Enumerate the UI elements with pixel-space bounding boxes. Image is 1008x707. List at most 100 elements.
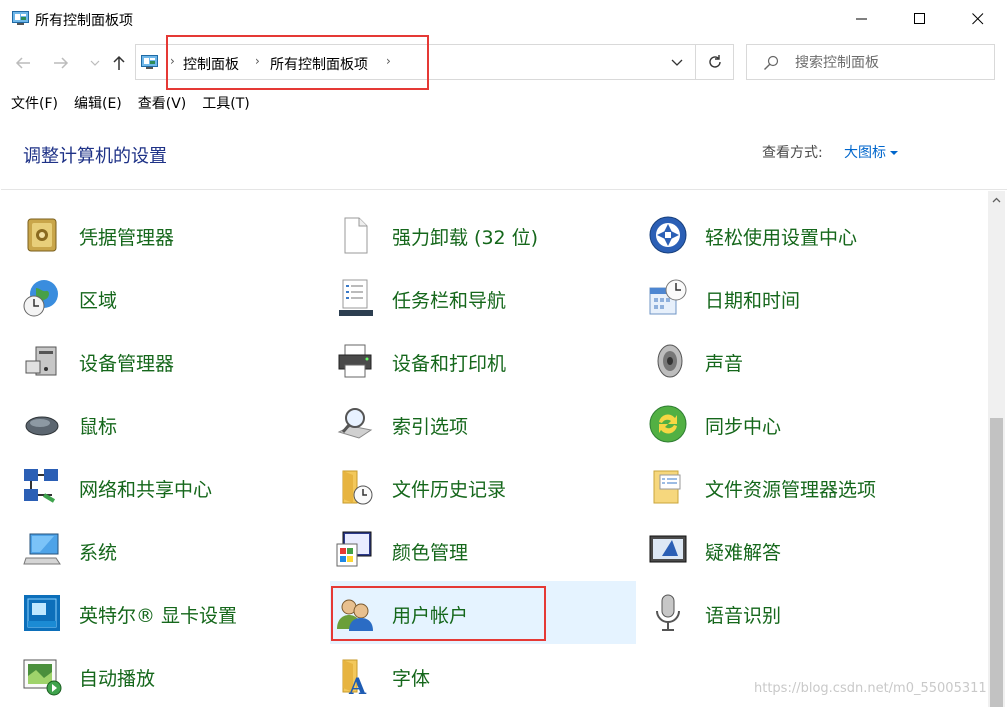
color-management-icon	[336, 531, 372, 567]
sync-icon	[649, 405, 687, 443]
item-fonts[interactable]: A 字体	[313, 644, 618, 707]
breadcrumb-highlight	[166, 35, 429, 90]
item-label: 设备和打印机	[392, 353, 507, 375]
arrow-up-icon	[113, 55, 125, 70]
item-devices-printers[interactable]: 设备和打印机	[313, 329, 618, 392]
item-label: 鼠标	[79, 416, 118, 438]
credential-manager-icon	[27, 218, 57, 252]
item-label: 索引选项	[392, 416, 469, 438]
item-ease-of-access[interactable]: 轻松使用设置中心	[626, 203, 931, 266]
item-region[interactable]: 区域	[0, 266, 305, 329]
content-header: 调整计算机的设置 查看方式: 大图标	[1, 114, 1007, 190]
search-box[interactable]	[746, 44, 995, 80]
menu-file[interactable]: 文件(F)	[11, 90, 58, 114]
menu-view[interactable]: 查看(V)	[138, 90, 187, 114]
item-label: 强力卸载 (32 位)	[392, 227, 539, 249]
device-manager-icon	[25, 346, 57, 376]
item-label: 字体	[392, 668, 431, 690]
mouse-icon	[25, 416, 59, 436]
view-by-label: 查看方式:	[762, 145, 823, 161]
printer-icon	[338, 344, 372, 378]
folder-options-icon	[653, 470, 681, 504]
item-label: 轻松使用设置中心	[705, 227, 858, 249]
item-sync-center[interactable]: 同步中心	[626, 392, 931, 455]
network-icon	[24, 469, 58, 503]
minimize-icon	[856, 18, 867, 20]
intel-graphics-icon	[24, 595, 60, 631]
item-mouse[interactable]: 鼠标	[0, 392, 305, 455]
menu-bar: 文件(F) 编辑(E) 查看(V) 工具(T)	[0, 90, 1008, 114]
item-label: 自动播放	[79, 668, 156, 690]
blank-document-icon	[344, 217, 368, 254]
item-date-time[interactable]: 日期和时间	[626, 266, 931, 329]
calendar-clock-icon	[649, 279, 687, 315]
chevron-down-icon[interactable]	[671, 59, 683, 67]
vertical-scrollbar[interactable]	[988, 191, 1005, 707]
user-accounts-highlight	[331, 586, 546, 641]
scroll-thumb[interactable]	[990, 418, 1003, 707]
item-file-history[interactable]: 文件历史记录	[313, 455, 618, 518]
minimize-button[interactable]	[833, 0, 891, 38]
item-color-management[interactable]: 颜色管理	[313, 518, 618, 581]
item-indexing-options[interactable]: 索引选项	[313, 392, 618, 455]
chevron-up-icon	[992, 197, 1001, 202]
item-power-uninstall[interactable]: 强力卸载 (32 位)	[313, 203, 618, 266]
close-icon	[972, 13, 984, 25]
page-title: 调整计算机的设置	[23, 146, 167, 167]
arrow-left-icon	[15, 57, 30, 69]
control-panel-icon	[12, 11, 29, 25]
item-label: 日期和时间	[705, 290, 801, 312]
forward-button[interactable]	[50, 52, 72, 74]
menu-tools[interactable]: 工具(T)	[202, 90, 249, 114]
item-credential-manager[interactable]: 凭据管理器	[0, 203, 305, 266]
watermark: https://blog.csdn.net/m0_55005311	[754, 681, 987, 696]
back-button[interactable]	[12, 52, 34, 74]
globe-clock-icon	[23, 280, 58, 317]
recent-locations-button[interactable]	[84, 52, 106, 74]
item-network-sharing[interactable]: 网络和共享中心	[0, 455, 305, 518]
item-speech-recognition[interactable]: 语音识别	[626, 581, 931, 644]
item-label: 英特尔® 显卡设置	[79, 605, 238, 627]
item-label: 文件资源管理器选项	[705, 479, 877, 501]
indexing-magnifier-icon	[337, 408, 373, 439]
control-panel-icon	[141, 55, 158, 69]
item-label: 文件历史记录	[392, 479, 507, 501]
maximize-icon	[914, 13, 925, 24]
maximize-button[interactable]	[891, 0, 949, 38]
item-label: 疑难解答	[705, 542, 782, 564]
svg-text:A: A	[348, 674, 367, 696]
title-bar: 所有控制面板项	[0, 0, 1008, 38]
item-label: 声音	[705, 353, 744, 375]
item-label: 颜色管理	[392, 542, 469, 564]
item-explorer-options[interactable]: 文件资源管理器选项	[626, 455, 931, 518]
item-device-manager[interactable]: 设备管理器	[0, 329, 305, 392]
speaker-icon	[657, 344, 683, 378]
ease-of-access-icon	[649, 216, 687, 254]
item-system[interactable]: 系统	[0, 518, 305, 581]
item-taskbar-navigation[interactable]: 任务栏和导航	[313, 266, 618, 329]
close-button[interactable]	[949, 0, 1007, 38]
item-label: 区域	[79, 290, 118, 312]
item-label: 系统	[79, 542, 118, 564]
item-label: 网络和共享中心	[79, 479, 213, 501]
item-troubleshooting[interactable]: 疑难解答	[626, 518, 931, 581]
up-button[interactable]	[108, 52, 130, 74]
item-label: 设备管理器	[79, 353, 175, 375]
navigation-bar: › 控制面板 › 所有控制面板项 ›	[0, 38, 1008, 88]
troubleshooting-icon	[649, 535, 687, 563]
item-label: 同步中心	[705, 416, 782, 438]
item-intel-graphics[interactable]: 英特尔® 显卡设置	[0, 581, 305, 644]
item-sound[interactable]: 声音	[626, 329, 931, 392]
menu-edit[interactable]: 编辑(E)	[74, 90, 122, 114]
fonts-icon: A	[342, 659, 367, 696]
refresh-button[interactable]	[696, 44, 734, 80]
item-autoplay[interactable]: 自动播放	[0, 644, 305, 707]
view-by-dropdown[interactable]: 大图标	[844, 142, 898, 162]
refresh-icon	[708, 55, 721, 68]
item-label: 语音识别	[705, 605, 782, 627]
file-history-icon	[342, 470, 373, 505]
search-input[interactable]	[795, 53, 985, 73]
computer-icon	[23, 533, 61, 565]
taskbar-icon	[339, 279, 373, 316]
scroll-up-button[interactable]	[988, 191, 1005, 208]
